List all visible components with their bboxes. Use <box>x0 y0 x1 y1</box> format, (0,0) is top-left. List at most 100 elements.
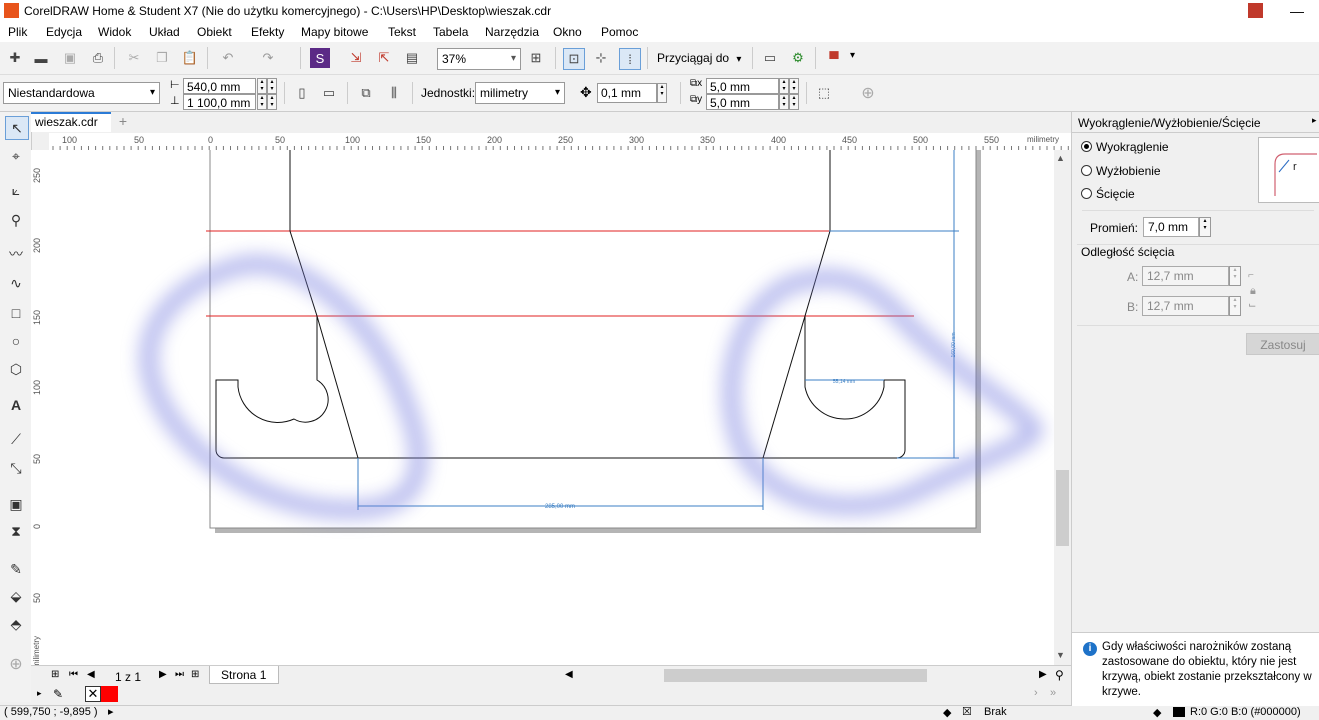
pick-tool-icon[interactable]: ↖ <box>5 116 29 140</box>
duplicate-y-field[interactable]: 5,0 mm <box>706 94 779 110</box>
page-width-spinner-2[interactable]: ▴ ▾ <box>267 78 277 94</box>
radio-chamfer[interactable] <box>1081 188 1092 199</box>
drawing-canvas[interactable]: 285,00 mm 55,14 mm 160,00 mm <box>49 150 1054 665</box>
palette-scroll-right-icon[interactable]: › <box>1034 687 1038 699</box>
menu-edycja[interactable]: Edycja <box>46 25 82 39</box>
print-icon[interactable]: ⎙ <box>88 48 108 68</box>
zoom-level-combo[interactable]: 37% ▾ <box>437 48 521 70</box>
crop-tool-icon[interactable]: ⟀ <box>5 179 27 201</box>
menu-obiekt[interactable]: Obiekt <box>197 25 232 39</box>
open-icon[interactable]: ▬ <box>31 48 51 68</box>
zoom-fit-icon[interactable]: ⊞ <box>526 48 546 68</box>
snap-to-dropdown[interactable]: Przyciągaj do ▾ <box>657 51 741 65</box>
menu-efekty[interactable]: Efekty <box>251 25 284 39</box>
drop-shadow-tool-icon[interactable]: ▣ <box>5 493 27 515</box>
minimize-button[interactable]: — <box>1275 0 1319 22</box>
document-tab[interactable]: wieszak.cdr <box>31 112 111 132</box>
menu-tekst[interactable]: Tekst <box>388 25 416 39</box>
chamfer-b-field[interactable]: 12,7 mm <box>1142 296 1229 316</box>
radio-fillet-label[interactable]: Wyokrąglenie <box>1096 140 1169 154</box>
lock-icon[interactable]: 🔒︎ <box>1250 285 1256 298</box>
vertical-scrollbar[interactable]: ▲ ▼ <box>1054 150 1071 665</box>
page-tab-strona-1[interactable]: Strona 1 <box>209 666 279 684</box>
page-width-spinner[interactable]: ▴ ▾ <box>257 78 267 94</box>
scroll-down-icon[interactable]: ▼ <box>1056 650 1065 660</box>
palette-scroll-left-icon[interactable]: ▸ <box>37 688 42 699</box>
page-width-field[interactable]: 540,0 mm <box>183 78 256 94</box>
next-page-icon[interactable]: ▶ <box>159 669 167 680</box>
menu-tabela[interactable]: Tabela <box>433 25 468 39</box>
red-color-swatch[interactable] <box>101 686 118 702</box>
duplicate-x-spinner[interactable]: ▴ ▾ <box>779 78 789 94</box>
radius-spinner[interactable]: ▴ ▾ <box>1199 217 1211 237</box>
artistic-media-tool-icon[interactable]: ∿ <box>5 272 27 294</box>
show-grid-icon[interactable]: ⁞ <box>619 48 641 70</box>
application-launcher-icon[interactable]: ⚙ <box>788 48 808 68</box>
copy-icon[interactable]: ❐ <box>152 48 172 68</box>
vertical-ruler[interactable]: 250 200 150 100 50 0 50 milimetry <box>31 150 50 668</box>
nudge-distance-field[interactable]: 0,1 mm <box>597 83 657 103</box>
radio-scallop[interactable] <box>1081 165 1092 176</box>
parallel-dimension-tool-icon[interactable]: ⟋ <box>5 428 27 450</box>
connector-tool-icon[interactable]: ⤡ <box>5 457 27 479</box>
cut-icon[interactable]: ✂ <box>124 48 144 68</box>
horizontal-scroll-thumb[interactable] <box>664 669 927 682</box>
page-preset-combo[interactable]: Niestandardowa ▾ <box>3 82 160 104</box>
duplicate-x-field[interactable]: 5,0 mm <box>706 78 779 94</box>
export-icon[interactable]: ⇱ <box>374 48 394 68</box>
duplicate-y-spinner-2[interactable]: ▴ ▾ <box>789 94 799 110</box>
radio-fillet[interactable] <box>1081 141 1092 152</box>
add-preset-icon[interactable]: ⊕ <box>858 83 878 103</box>
show-rulers-icon[interactable]: ⊹ <box>591 48 611 68</box>
new-document-icon[interactable]: ✚ <box>5 48 25 68</box>
radius-field[interactable]: 7,0 mm <box>1143 217 1199 237</box>
scroll-up-icon[interactable]: ▲ <box>1056 153 1065 163</box>
ellipse-tool-icon[interactable]: ○ <box>5 330 27 352</box>
current-page-icon[interactable]: ⫼ <box>384 83 404 103</box>
menu-pomoc[interactable]: Pomoc <box>601 25 638 39</box>
add-page-before-icon[interactable]: ⊞ <box>51 669 59 680</box>
chamfer-a-field[interactable]: 12,7 mm <box>1142 266 1229 286</box>
menu-okno[interactable]: Okno <box>553 25 582 39</box>
first-page-icon[interactable]: ⏮ <box>69 669 78 680</box>
previous-page-icon[interactable]: ◀ <box>87 669 95 680</box>
no-color-swatch[interactable]: ✕ <box>85 686 101 702</box>
publish-pdf-icon[interactable]: ▤ <box>402 48 422 68</box>
eyedropper-tool-icon[interactable]: ✎ <box>5 558 27 580</box>
horizontal-ruler[interactable]: 100 50 0 50 100 150 200 250 300 350 400 … <box>49 133 1071 151</box>
all-pages-icon[interactable]: ⧉ <box>356 83 376 103</box>
rectangle-tool-icon[interactable]: □ <box>5 302 27 324</box>
apply-button[interactable]: Zastosuj <box>1246 333 1319 355</box>
paste-icon[interactable]: 📋 <box>180 48 200 68</box>
menu-plik[interactable]: Plik <box>8 25 27 39</box>
text-tool-icon[interactable]: A <box>5 394 27 416</box>
chamfer-a-spinner[interactable]: ▴ ▾ <box>1229 266 1241 286</box>
smart-fill-tool-icon[interactable]: ⬘ <box>5 613 27 635</box>
duplicate-x-spinner-2[interactable]: ▴ ▾ <box>789 78 799 94</box>
transparency-tool-icon[interactable]: ⧗ <box>5 520 27 542</box>
freehand-tool-icon[interactable]: 〰 <box>5 243 27 265</box>
menu-uklad[interactable]: Układ <box>149 25 180 39</box>
treat-as-filled-icon[interactable]: ⬚ <box>814 83 834 103</box>
full-screen-preview-icon[interactable]: ⊡ <box>563 48 585 70</box>
shape-tool-icon[interactable]: ⌖ <box>5 145 27 167</box>
page-height-spinner-2[interactable]: ▴ ▾ <box>267 94 277 110</box>
new-tab-icon[interactable]: + <box>115 113 131 129</box>
menu-mapy-bitowe[interactable]: Mapy bitowe <box>301 25 368 39</box>
docker-expand-icon[interactable]: ▸ <box>1312 115 1317 126</box>
landscape-icon[interactable]: ▭ <box>319 83 339 103</box>
toolbar-customize-icon[interactable]: ▀ <box>824 48 844 68</box>
import-icon[interactable]: ⇲ <box>346 48 366 68</box>
chamfer-b-spinner[interactable]: ▴ ▾ <box>1229 296 1241 316</box>
add-tool-icon[interactable]: ⊕ <box>5 654 27 676</box>
duplicate-y-spinner[interactable]: ▴ ▾ <box>779 94 789 110</box>
user-account-icon[interactable] <box>1248 3 1263 18</box>
radio-scallop-label[interactable]: Wyżłobienie <box>1096 164 1161 178</box>
options-icon[interactable]: ▭ <box>760 48 780 68</box>
save-icon[interactable]: ▣ <box>60 48 80 68</box>
last-page-icon[interactable]: ⏭ <box>175 669 184 680</box>
page-height-spinner[interactable]: ▴ ▾ <box>257 94 267 110</box>
units-combo[interactable]: milimetry ▾ <box>475 82 565 104</box>
menu-widok[interactable]: Widok <box>98 25 131 39</box>
zoom-navigator-icon[interactable]: ⚲ <box>1055 668 1064 682</box>
